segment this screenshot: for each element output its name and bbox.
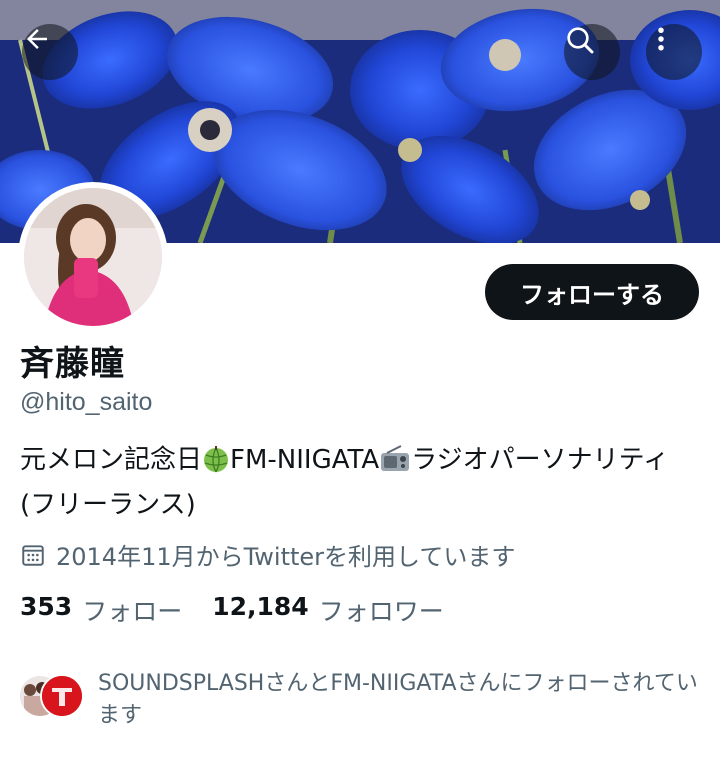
followers-count: 12,184	[212, 592, 309, 621]
calendar-icon	[22, 544, 44, 566]
profile-handle: @hito_saito	[20, 388, 153, 416]
joined-date: 2014年11月からTwitterを利用しています	[20, 537, 515, 572]
followers-label: フォロワー	[318, 597, 444, 626]
arrow-left-icon	[27, 29, 47, 49]
search-icon	[567, 27, 594, 54]
joined-text: 2014年11月からTwitterを利用しています	[56, 543, 516, 571]
profile-name: 斉藤瞳	[20, 344, 125, 384]
radio-emoji	[379, 445, 411, 485]
search-button[interactable]	[564, 24, 620, 80]
melon-emoji	[202, 445, 230, 485]
followed-by-text: SOUNDSPLASHさんとFM-NIIGATAさんにフォローされています	[98, 671, 698, 728]
back-button[interactable]	[22, 24, 78, 80]
follower-avatar-fm-niigata	[40, 674, 84, 718]
profile-bio: 元メロン記念日 FM-NIIGATA ラジオパーソナリティ (フリーランス)	[20, 440, 680, 525]
following-link[interactable]: 353 フォロー	[20, 592, 182, 628]
follow-button[interactable]: フォローする	[485, 264, 699, 320]
followed-by-section[interactable]: SOUNDSPLASHさんとFM-NIIGATAさんにフォローされています	[18, 668, 698, 732]
bio-text-1: 元メロン記念日	[20, 445, 203, 475]
profile-avatar[interactable]	[18, 182, 168, 332]
following-count: 353	[20, 592, 73, 621]
bio-text-2[interactable]: FM-NIIGATA	[230, 445, 379, 475]
more-button[interactable]	[646, 24, 702, 80]
following-label: フォロー	[82, 597, 183, 626]
followed-by-avatars	[18, 674, 84, 720]
followers-link[interactable]: 12,184 フォロワー	[212, 592, 444, 628]
avatar-image	[24, 188, 162, 326]
profile-stats: 353 フォロー 12,184 フォロワー	[20, 592, 444, 628]
more-vertical-icon	[658, 27, 664, 51]
